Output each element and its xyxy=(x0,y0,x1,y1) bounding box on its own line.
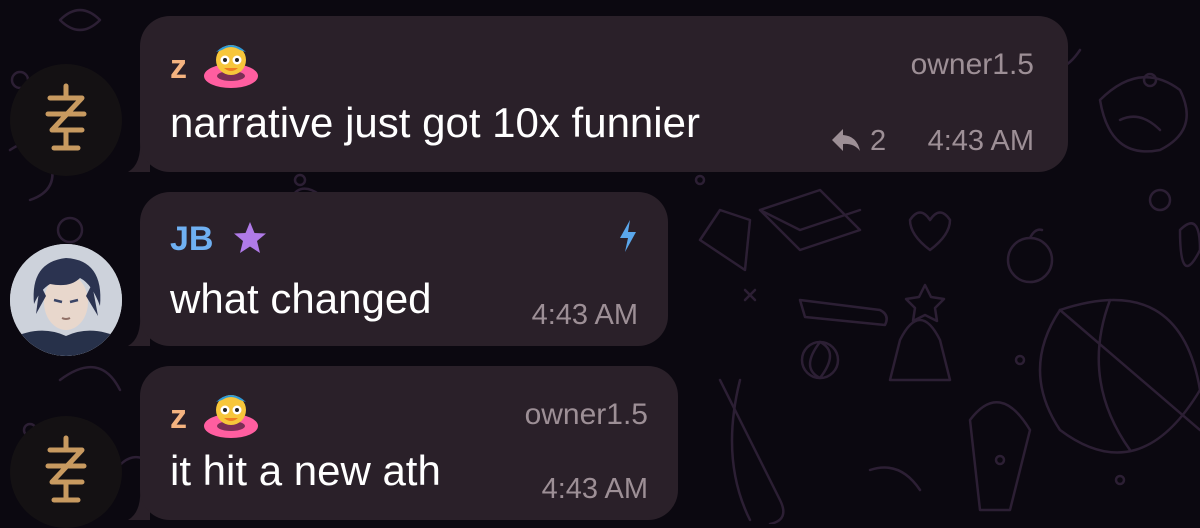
reply-count[interactable]: 2 xyxy=(870,126,886,156)
message-bubble[interactable]: z owner1.5 narrative just got 10x funnie… xyxy=(140,16,1068,172)
message-time: 4:43 AM xyxy=(531,299,638,331)
message-bubble[interactable]: JB what changed 4:43 AM xyxy=(140,192,668,346)
sender-name[interactable]: z xyxy=(170,400,187,434)
member-tag: owner1.5 xyxy=(910,48,1034,81)
purple-star-icon xyxy=(234,222,266,253)
message-text: narrative just got 10x funnier xyxy=(170,99,700,146)
message-time: 4:43 AM xyxy=(927,125,1034,157)
reply-arrow-icon[interactable] xyxy=(830,126,862,154)
sender-name[interactable]: z xyxy=(170,50,187,84)
message-text: what changed xyxy=(170,275,432,322)
message-text: it hit a new ath xyxy=(170,447,441,494)
member-tag: owner1.5 xyxy=(524,398,648,431)
z-rune-avatar-icon xyxy=(10,416,122,528)
duck-swim-ring-emoji-icon xyxy=(204,395,258,438)
anime-character-avatar-icon xyxy=(10,244,122,356)
message-bubble[interactable]: z owner1.5 it hit a new ath 4:43 AM xyxy=(140,366,678,520)
lightning-bolt-icon xyxy=(620,220,636,252)
duck-swim-ring-emoji-icon xyxy=(204,45,258,88)
avatar[interactable] xyxy=(10,64,122,176)
sender-name[interactable]: JB xyxy=(170,222,213,256)
z-rune-avatar-icon xyxy=(10,64,122,176)
message-time: 4:43 AM xyxy=(541,473,648,505)
avatar[interactable] xyxy=(10,416,122,528)
avatar[interactable] xyxy=(10,244,122,356)
